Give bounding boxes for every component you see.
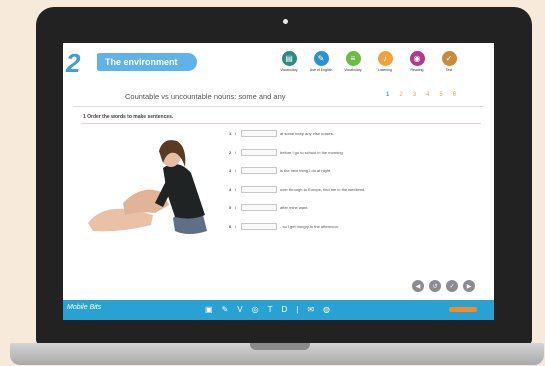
- sentence-text: before I go to school in the morning.: [280, 149, 344, 155]
- answer-input[interactable]: [241, 130, 277, 137]
- ear-icon: ♪: [377, 51, 393, 66]
- section-nav: ▤ Vocabulary ✎ Use of English ≡ Vocabulary ♪ Li…: [276, 51, 462, 72]
- page-3[interactable]: 3: [413, 92, 416, 98]
- nav-item-2[interactable]: ≡ Vocabulary: [340, 51, 366, 72]
- answer-input[interactable]: [241, 148, 277, 156]
- check-icon[interactable]: ✓: [446, 280, 458, 292]
- nav-label: Use of English: [309, 68, 333, 72]
- exercise-controls: ◀ ↺ ✓ ▶: [412, 280, 475, 292]
- footer-tool-icon[interactable]: ✉: [307, 305, 314, 314]
- nav-label: Reading: [410, 68, 424, 72]
- sentence-text: - so I get hungry in the afternoon.: [280, 223, 339, 229]
- footer-tool-icon[interactable]: D: [281, 305, 287, 314]
- answer-input[interactable]: [241, 185, 277, 193]
- next-icon[interactable]: ▶: [463, 280, 475, 292]
- reset-icon[interactable]: ↺: [429, 280, 441, 292]
- pager: 1 2 3 4 5 6: [386, 92, 456, 98]
- sentence-row: 4 Iover through to Europe, find me in the…: [229, 185, 365, 194]
- nav-label: Vocabulary: [344, 68, 362, 72]
- footer-tool-icon[interactable]: ▣: [205, 305, 213, 314]
- sentence-row: 2 Ibefore I go to school in the morning.: [229, 148, 365, 157]
- divider: [73, 106, 483, 107]
- lesson-title: Countable vs uncountable nouns: some and…: [125, 92, 286, 101]
- page-1[interactable]: 1: [386, 92, 389, 98]
- footer-tool-icon[interactable]: ✎: [222, 305, 229, 314]
- nav-item-1[interactable]: ✎ Use of English: [308, 51, 334, 72]
- unit-number: 2: [66, 48, 81, 78]
- sentence-text: after mine want.: [280, 205, 309, 210]
- nav-label: Listening: [377, 68, 392, 72]
- sentence-row: 3 Iis the next thing I do at night.: [229, 166, 365, 175]
- brand-logo: Mobile Bits: [67, 304, 102, 311]
- sentence-text: at some keep any else noises.: [280, 131, 334, 136]
- nav-item-0[interactable]: ▤ Vocabulary: [276, 51, 302, 72]
- footer-tool-icon[interactable]: ◎: [252, 305, 259, 314]
- exercise-instruction: 1 Order the words to make sentences.: [83, 114, 174, 120]
- check-icon: ✓: [441, 51, 457, 66]
- footer-tool-icon[interactable]: ◍: [323, 305, 330, 314]
- footer-bar: Mobile Bits ▣ ✎ V ◎ T D | ✉ ◍: [63, 300, 494, 320]
- nav-item-5[interactable]: ✓ Test: [436, 51, 462, 72]
- sentence-text: over through to Europe, find me in the w…: [280, 186, 366, 192]
- page-4[interactable]: 4: [426, 92, 429, 98]
- sentence-row: 1 Iat some keep any else noises.: [229, 129, 365, 138]
- book-icon: ▤: [281, 51, 297, 66]
- sentence-row: 6I- so I get hungry in the afternoon.: [229, 222, 365, 231]
- page-5[interactable]: 5: [439, 92, 442, 98]
- page-2[interactable]: 2: [399, 92, 402, 98]
- nav-label: Test: [445, 68, 453, 72]
- laptop-notch: [250, 343, 310, 350]
- answer-input[interactable]: [241, 222, 277, 230]
- divider: [81, 123, 481, 124]
- footer-tool-icon[interactable]: V: [237, 305, 242, 314]
- sentence-list: 1 Iat some keep any else noises. 2 Ibefore …: [229, 129, 365, 240]
- footer-tool-icon[interactable]: |: [296, 305, 298, 314]
- list-icon: ≡: [345, 51, 361, 66]
- girl-photo: [83, 138, 223, 243]
- answer-input[interactable]: [241, 167, 277, 174]
- footer-tools: ▣ ✎ V ◎ T D | ✉ ◍: [205, 305, 330, 314]
- back-icon[interactable]: ◀: [412, 280, 424, 292]
- nav-item-4[interactable]: ◉ Reading: [404, 51, 430, 72]
- footer-tool-icon[interactable]: T: [268, 305, 273, 314]
- footer-action-button[interactable]: [449, 307, 477, 312]
- screen: 2 The environment ▤ Vocabulary ✎ Use of Eng…: [63, 43, 494, 320]
- webcam-icon: [283, 19, 288, 24]
- answer-input[interactable]: [241, 204, 277, 211]
- sentence-text: is the next thing I do at night.: [280, 168, 332, 173]
- nav-label: Vocabulary: [280, 68, 298, 72]
- speech-bubble-icon: ✎: [313, 51, 329, 66]
- eye-icon: ◉: [409, 51, 425, 66]
- unit-title[interactable]: The environment: [97, 53, 197, 71]
- laptop-base: [10, 343, 544, 365]
- nav-item-3[interactable]: ♪ Listening: [372, 51, 398, 72]
- page-6[interactable]: 6: [453, 92, 456, 98]
- sentence-row: 5 Iafter mine want.: [229, 203, 365, 212]
